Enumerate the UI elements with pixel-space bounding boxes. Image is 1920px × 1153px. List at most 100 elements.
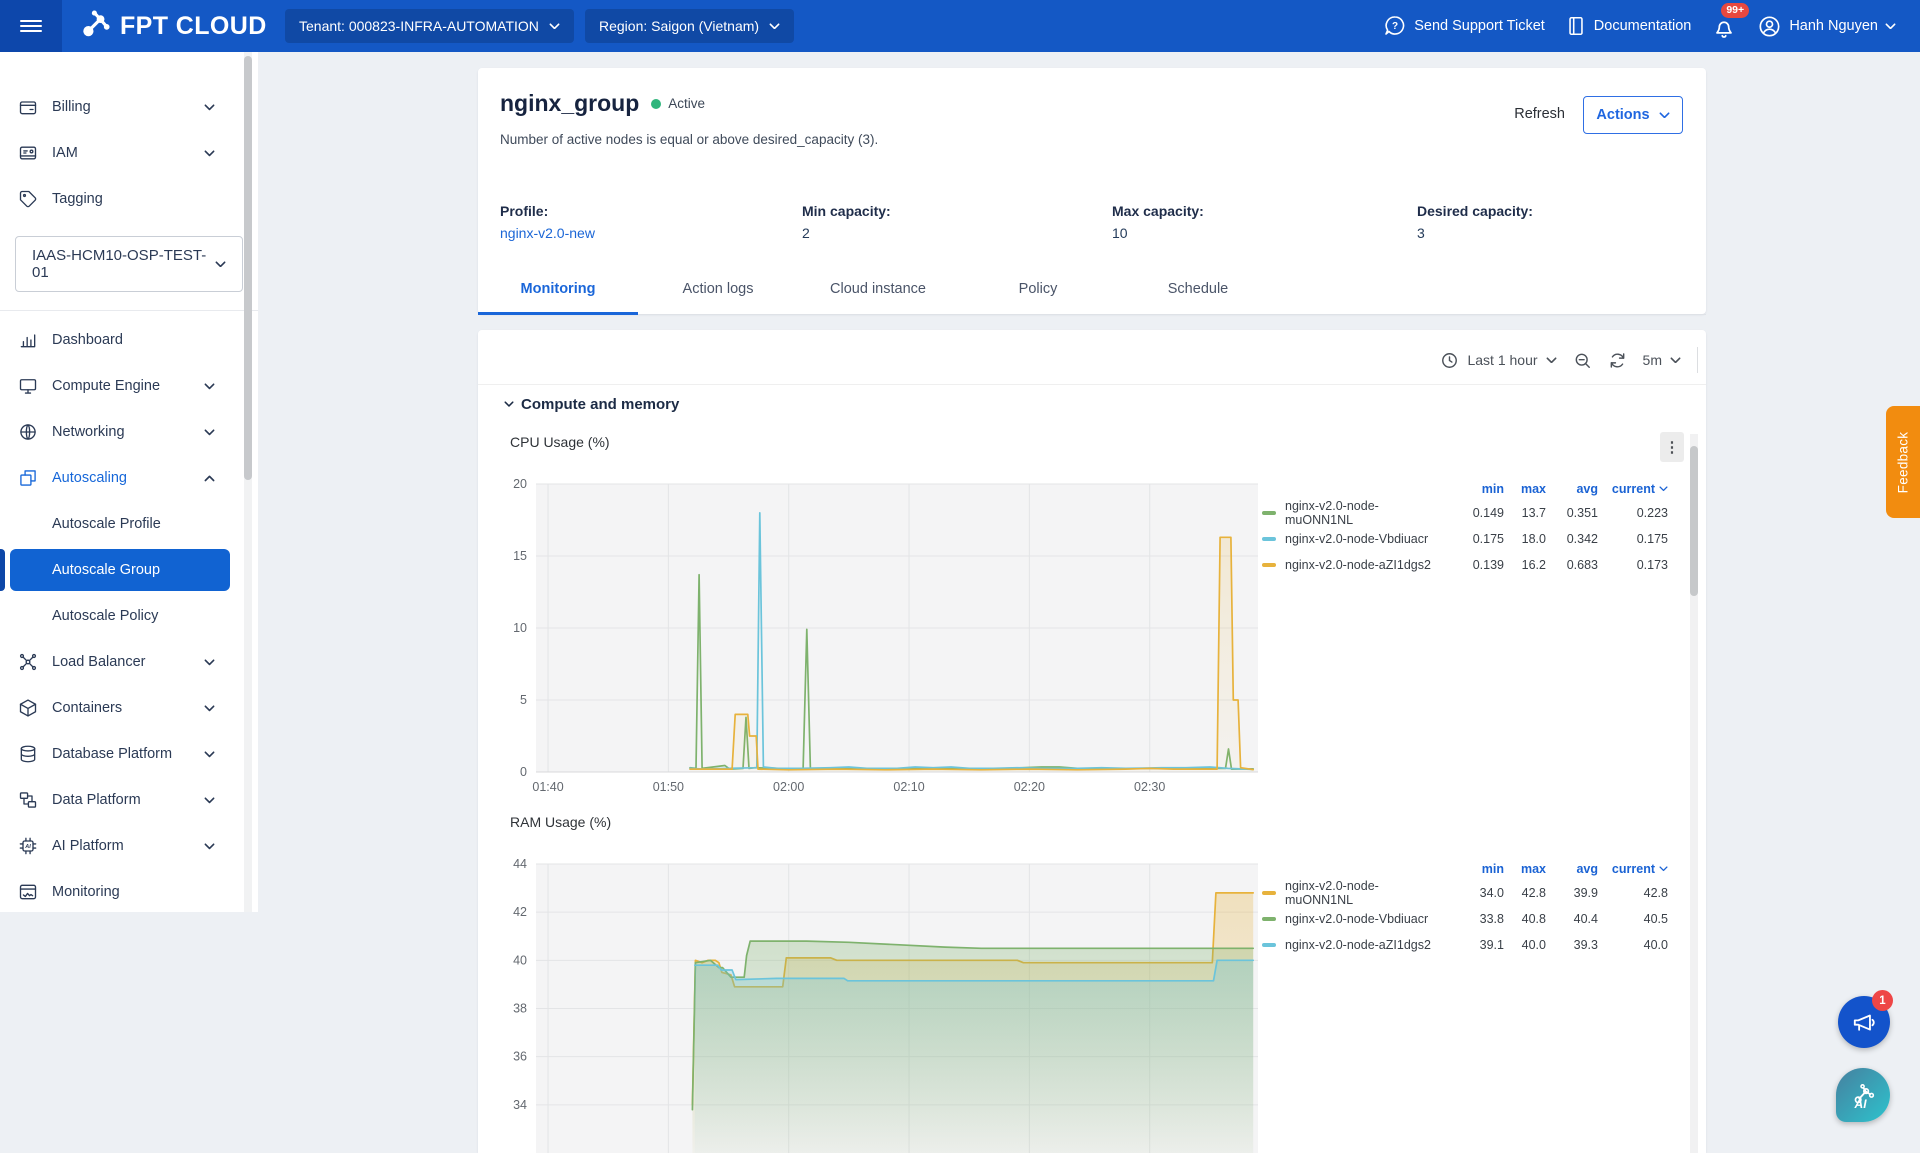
wallet-icon: [19, 101, 37, 115]
sidebar-item-autoscale-policy[interactable]: Autoscale Policy: [0, 593, 258, 639]
series-name[interactable]: nginx-v2.0-node-aZI1dgs2: [1262, 558, 1432, 572]
ram-legend-table: min max avg current nginx-v2.0-node-muONN1NL…: [1262, 858, 1668, 958]
chevron-down-icon: [769, 23, 780, 30]
field-label-min-capacity: Min capacity:: [802, 203, 891, 219]
documentation-link[interactable]: Documentation: [1565, 15, 1691, 37]
field-value-min-capacity: 2: [802, 225, 810, 241]
tab-schedule[interactable]: Schedule: [1118, 264, 1278, 314]
svg-text:02:00: 02:00: [773, 780, 804, 794]
tab-monitoring[interactable]: Monitoring: [478, 264, 638, 315]
megaphone-icon: [1853, 1014, 1875, 1031]
chevron-down-icon: [204, 104, 215, 111]
globe-icon: [18, 422, 38, 446]
chevron-down-icon: [1659, 112, 1670, 119]
field-value-profile[interactable]: nginx-v2.0-new: [500, 225, 595, 241]
sidebar-item-monitoring[interactable]: Monitoring: [0, 869, 258, 915]
sidebar-item-iam[interactable]: IAM: [0, 130, 258, 176]
refresh-button[interactable]: Refresh: [1514, 106, 1565, 122]
series-avg: 0.683: [1566, 558, 1598, 572]
sidebar-item-data-platform[interactable]: Data Platform: [0, 777, 258, 823]
announcements-button[interactable]: 1: [1838, 990, 1893, 1048]
chevron-down-icon: [1546, 357, 1557, 364]
legend-header-max[interactable]: max: [1504, 862, 1546, 876]
series-name[interactable]: nginx-v2.0-node-aZI1dgs2: [1262, 938, 1432, 952]
legend-header-avg[interactable]: avg: [1546, 862, 1598, 876]
fpt-ai-assistant-button[interactable]: AI: [1836, 1068, 1890, 1122]
chevron-down-icon: [215, 261, 226, 268]
support-bubble-icon: ?: [1385, 16, 1405, 35]
series-max: 40.8: [1521, 912, 1546, 926]
sidebar-item-autoscale-group[interactable]: Autoscale Group: [0, 547, 258, 593]
status-badge: Active: [651, 96, 705, 111]
svg-text:40: 40: [513, 953, 527, 967]
monitor-wave-icon: [19, 884, 37, 900]
sidebar-item-billing[interactable]: Billing: [0, 84, 258, 130]
section-compute-and-memory[interactable]: Compute and memory: [504, 396, 679, 413]
series-max: 13.7: [1521, 506, 1546, 520]
chevron-down-icon: [549, 23, 560, 30]
notifications-button[interactable]: 99+: [1711, 3, 1750, 41]
series-name[interactable]: nginx-v2.0-node-muONN1NL: [1262, 499, 1432, 527]
project-selector[interactable]: IAAS-HCM10-OSP-TEST-01: [15, 236, 243, 292]
sidebar-item-label: Database Platform: [52, 746, 173, 762]
series-min: 0.175: [1472, 532, 1504, 546]
sidebar-scrollbar-thumb[interactable]: [244, 56, 252, 480]
legend-header-avg[interactable]: avg: [1546, 482, 1598, 496]
sidebar-item-networking[interactable]: Networking: [0, 409, 258, 455]
hamburger-menu-button[interactable]: [0, 0, 62, 52]
sidebar-item-label: Networking: [52, 424, 125, 440]
time-range-label: Last 1 hour: [1467, 352, 1538, 368]
series-current: 0.173: [1636, 558, 1668, 572]
sidebar-item-containers[interactable]: Containers: [0, 685, 258, 731]
series-name[interactable]: nginx-v2.0-node-Vbdiuacr: [1262, 912, 1432, 926]
sidebar-item-load-balancer[interactable]: Load Balancer: [0, 639, 258, 685]
sidebar-item-compute-engine[interactable]: Compute Engine: [0, 363, 258, 409]
tab-policy[interactable]: Policy: [958, 264, 1118, 314]
series-name[interactable]: nginx-v2.0-node-Vbdiuacr: [1262, 532, 1432, 546]
legend-header-min[interactable]: min: [1432, 482, 1504, 496]
tab-cloud-instance[interactable]: Cloud instance: [798, 264, 958, 314]
tab-action-logs[interactable]: Action logs: [638, 264, 798, 314]
sidebar-item-database-platform[interactable]: Database Platform: [0, 731, 258, 777]
charts-scrollbar-thumb[interactable]: [1690, 446, 1698, 596]
feedback-tab[interactable]: Feedback: [1886, 406, 1920, 518]
sidebar-item-ai-platform[interactable]: AI AI Platform: [0, 823, 258, 869]
region-selector[interactable]: Region: Saigon (Vietnam): [585, 9, 795, 43]
legend-header-min[interactable]: min: [1432, 862, 1504, 876]
user-avatar-icon: [1759, 15, 1780, 37]
refresh-charts-button[interactable]: [1608, 351, 1627, 370]
tag-icon: [19, 190, 37, 208]
chip-icon: AI: [18, 836, 38, 860]
user-menu[interactable]: Hanh Nguyen: [1757, 14, 1896, 39]
data-platform-icon: [18, 790, 38, 814]
sidebar-item-label: Monitoring: [52, 884, 120, 900]
box-icon: [19, 699, 37, 717]
legend-header-current[interactable]: current: [1598, 482, 1668, 496]
refresh-interval-selector[interactable]: 5m: [1643, 352, 1681, 368]
sidebar-item-autoscale-profile[interactable]: Autoscale Profile: [0, 501, 258, 547]
actions-button[interactable]: Actions: [1583, 96, 1683, 134]
zoom-out-button[interactable]: [1573, 351, 1592, 370]
sidebar-item-label: Compute Engine: [52, 378, 161, 394]
fpt-cloud-logo[interactable]: FPT CLOUD: [76, 0, 267, 52]
send-support-ticket-link[interactable]: ? Send Support Ticket: [1383, 14, 1545, 38]
time-range-selector[interactable]: Last 1 hour: [1440, 351, 1556, 370]
data-platform-icon: [19, 792, 37, 808]
load-balancer-icon: [19, 653, 37, 671]
svg-text:01:40: 01:40: [532, 780, 563, 794]
sidebar-item-dashboard[interactable]: Dashboard: [0, 317, 258, 363]
sidebar-item-autoscaling[interactable]: Autoscaling: [0, 455, 258, 501]
svg-text:02:20: 02:20: [1014, 780, 1045, 794]
sidebar-scrollbar: [244, 52, 252, 912]
app-root: FPT CLOUD Tenant: 000823-INFRA-AUTOMATIO…: [0, 0, 1920, 1153]
sidebar-item-tagging[interactable]: Tagging: [0, 176, 258, 222]
legend-header-current[interactable]: current: [1598, 862, 1668, 876]
tenant-selector[interactable]: Tenant: 000823-INFRA-AUTOMATION: [285, 9, 574, 43]
database-icon: [20, 745, 36, 763]
documentation-icon: [1569, 16, 1583, 36]
sidebar-item-label: Load Balancer: [52, 654, 146, 670]
series-name[interactable]: nginx-v2.0-node-muONN1NL: [1262, 879, 1432, 907]
id-card-icon: [18, 143, 38, 167]
monitoring-card: Last 1 hour 5m Compute and memory CPU Us…: [478, 330, 1706, 1153]
legend-header-max[interactable]: max: [1504, 482, 1546, 496]
